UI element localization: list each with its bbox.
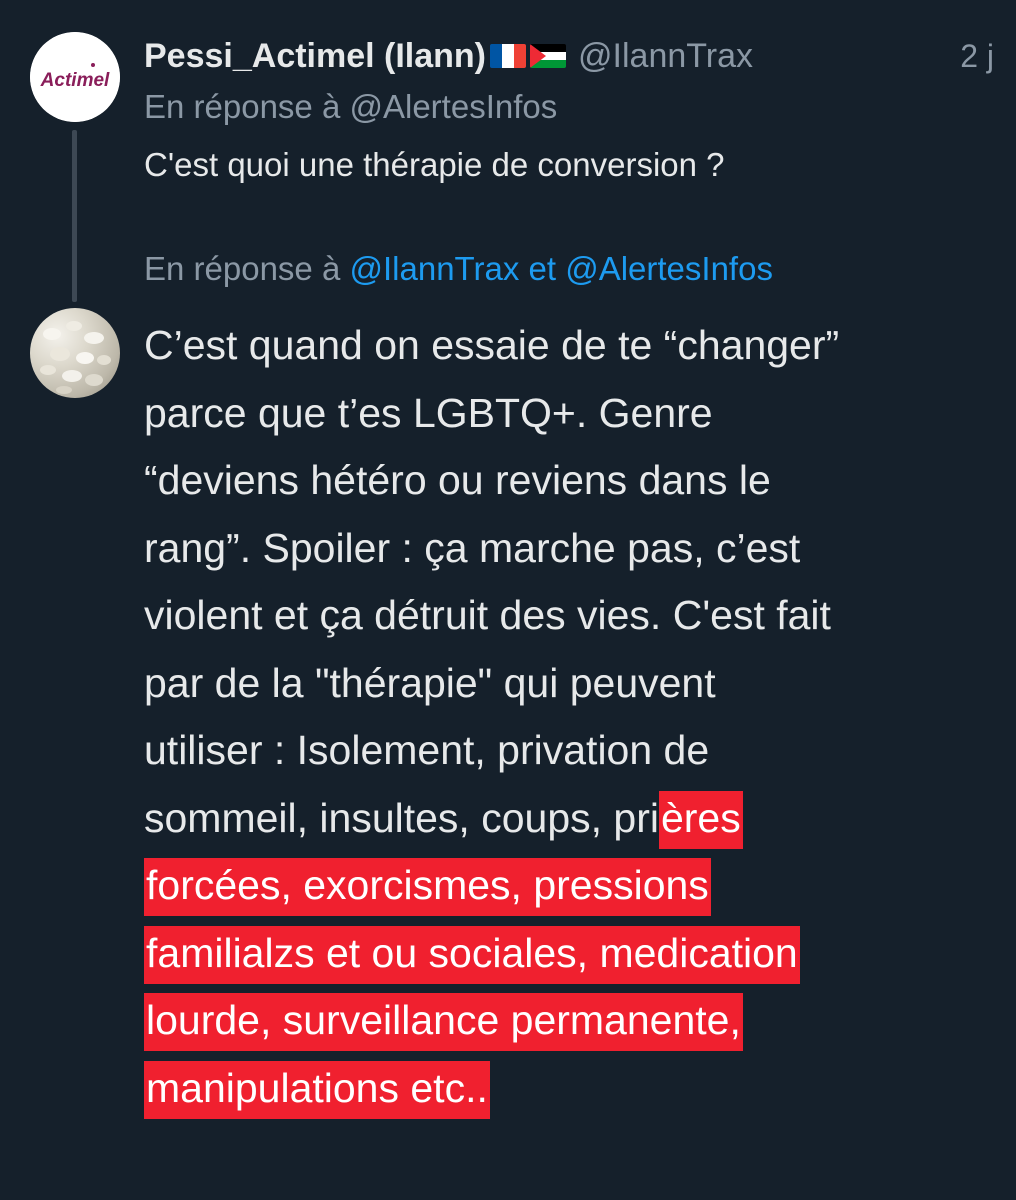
tweet-text-line: sommeil, insultes, coups, prières bbox=[144, 785, 984, 853]
reply-context: En réponse à @AlertesInfos bbox=[144, 88, 557, 126]
reply-prefix: En réponse à bbox=[144, 250, 341, 287]
tweet-text-line: utiliser : Isolement, privation de bbox=[144, 727, 710, 773]
reply-context: En réponse à @IlannTrax et @AlertesInfos bbox=[144, 250, 773, 288]
france-flag-icon bbox=[490, 44, 527, 68]
reply-mention[interactable]: @IlannTrax bbox=[349, 250, 519, 287]
pebbles-avatar-icon bbox=[40, 321, 111, 394]
display-name[interactable]: Pessi_Actimel (Ilann) bbox=[144, 37, 486, 76]
tweet-text-line: violent et ça détruit des vies. C'est fa… bbox=[144, 592, 831, 638]
tweet-text-line: manipulations etc.. bbox=[144, 1055, 984, 1123]
tweet-text: C'est quoi une thérapie de conversion ? bbox=[144, 146, 725, 183]
thread-connector-line bbox=[72, 130, 77, 302]
highlighted-text: familialzs et ou sociales, medication bbox=[144, 925, 800, 984]
svg-text:Actimel: Actimel bbox=[40, 70, 110, 91]
actimel-logo-icon: Actimel bbox=[30, 32, 120, 122]
reply-mention[interactable]: @AlertesInfos bbox=[349, 88, 557, 125]
reply-prefix: En réponse à bbox=[144, 88, 341, 125]
tweet-text-plain: sommeil, insultes, coups, pri bbox=[144, 794, 659, 841]
reply-mention[interactable]: @AlertesInfos bbox=[565, 250, 773, 287]
tweet-text-line: C’est quand on essaie de te “changer” bbox=[144, 322, 840, 368]
tweet-text: C’est quand on essaie de te “changer” pa… bbox=[144, 312, 984, 1122]
highlighted-text: lourde, surveillance permanente, bbox=[144, 993, 743, 1051]
highlighted-text: forcées, exorcismes, pressions bbox=[144, 858, 711, 916]
tweet-timestamp[interactable]: 2 j bbox=[960, 38, 994, 75]
tweet-text-line: forcées, exorcismes, pressions bbox=[144, 852, 984, 920]
highlighted-text: manipulations etc.. bbox=[144, 1060, 490, 1119]
highlighted-text: ères bbox=[658, 790, 743, 849]
tweet-text-line: “deviens hétéro ou reviens dans le bbox=[144, 457, 771, 503]
reply-conjunction: et bbox=[528, 250, 557, 287]
tweet-text-line: lourde, surveillance permanente, bbox=[144, 987, 984, 1055]
flag-emojis bbox=[490, 44, 567, 68]
tweet-text-line: par de la "thérapie" qui peuvent bbox=[144, 659, 716, 706]
palestine-flag-icon bbox=[530, 44, 567, 68]
tweet-text-line: rang”. Spoiler : ça marche pas, c’est bbox=[144, 524, 801, 571]
tweet-text-line: parce que t’es LGBTQ+. Genre bbox=[144, 389, 713, 436]
avatar[interactable]: Actimel bbox=[30, 32, 120, 122]
tweet-text-line: familialzs et ou sociales, medication bbox=[144, 920, 984, 988]
tweet-header: Pessi_Actimel (Ilann) @IlannTrax 2 j bbox=[144, 28, 994, 84]
avatar[interactable] bbox=[30, 308, 120, 398]
user-handle[interactable]: @IlannTrax bbox=[578, 37, 753, 76]
